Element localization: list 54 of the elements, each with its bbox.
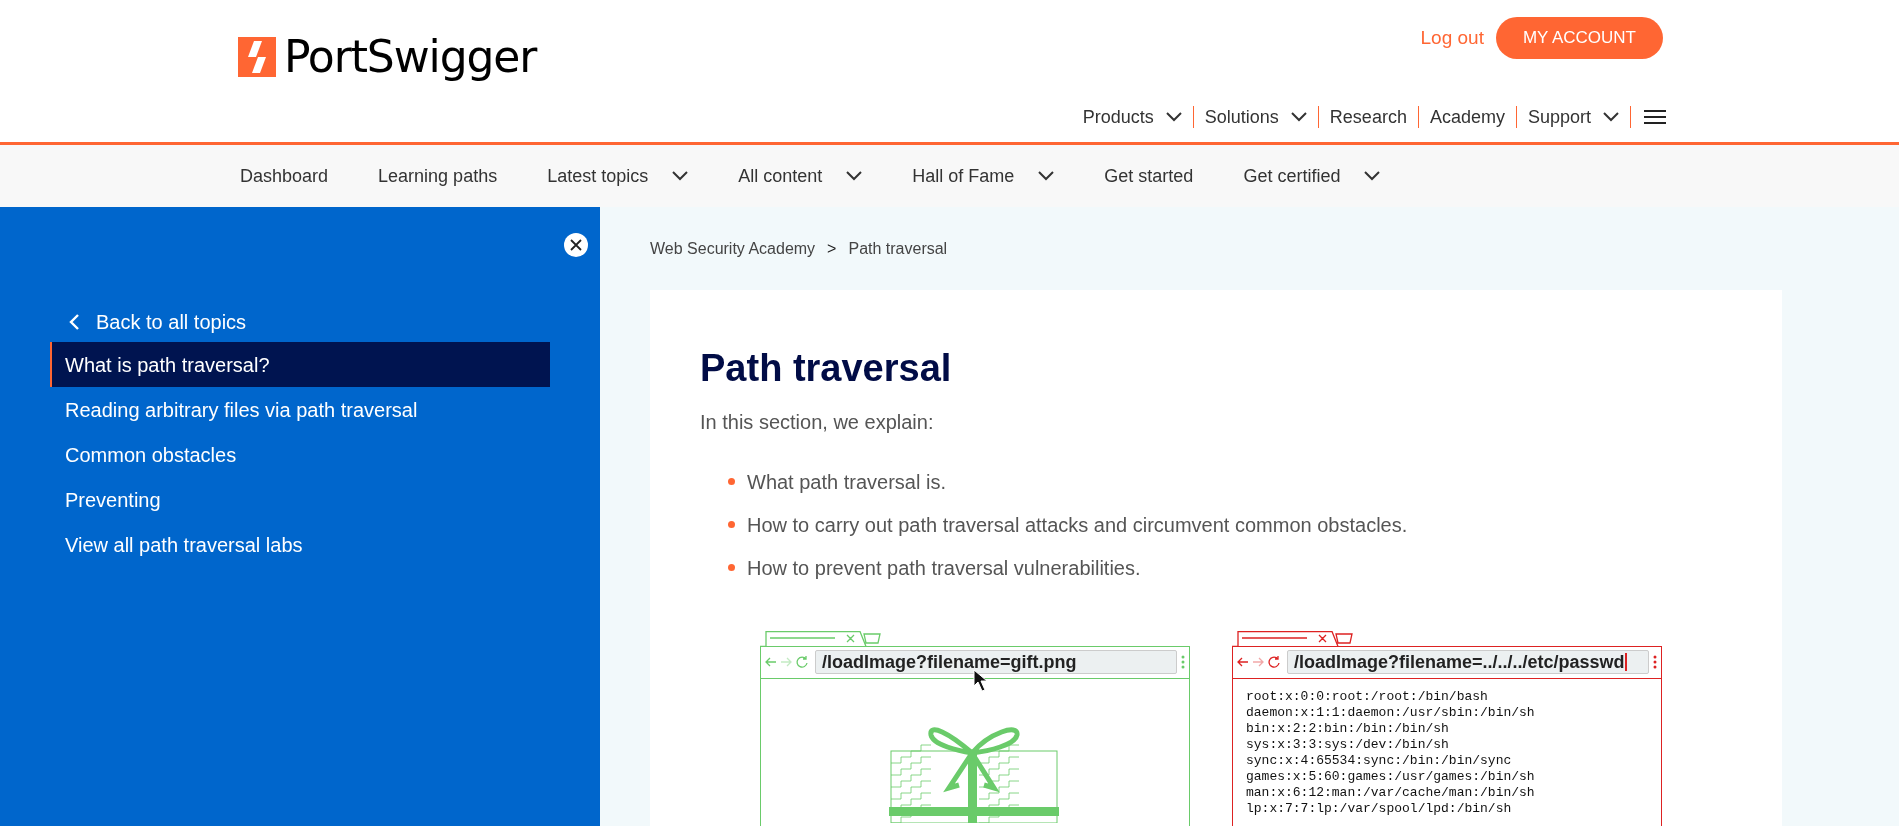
back-link[interactable]: Back to all topics (0, 302, 600, 342)
chevron-down-icon (1603, 112, 1619, 122)
nav-link[interactable]: Learning paths (378, 162, 498, 190)
intro-text: In this section, we explain: (700, 409, 935, 435)
nav-link[interactable]: Academy (1429, 103, 1505, 131)
nav-link[interactable]: Support (1527, 103, 1591, 131)
breadcrumb-link[interactable]: Path traversal (848, 237, 948, 261)
chevron-down-icon (1165, 112, 1182, 122)
chevron-down-icon (672, 171, 689, 181)
logo-text[interactable]: PortSwigger (284, 35, 537, 79)
address-bar: /loadImage?filename=gift.png (815, 650, 1177, 674)
nav-link[interactable]: Solutions (1204, 103, 1279, 131)
close-icon (570, 239, 582, 251)
bullet-text: How to prevent path traversal vulnerabilities. (747, 555, 1141, 581)
menu-icon[interactable] (1644, 109, 1666, 125)
nav-link[interactable]: Hall of Fame (912, 162, 1015, 190)
bullet-icon (728, 564, 735, 571)
file-line: games:x:5:60:games:/usr/games:/bin/sh (1246, 768, 1536, 785)
sidebar-link[interactable]: Common obstacles (50, 432, 550, 477)
sidebar-link[interactable]: What is path traversal? (50, 342, 550, 387)
more-icon (1653, 655, 1657, 669)
nav-link[interactable]: Get certified (1243, 162, 1341, 190)
more-icon (1181, 655, 1185, 669)
nav-link[interactable]: Research (1329, 103, 1407, 131)
chevron-down-icon (1038, 171, 1055, 181)
chevron-down-icon (1364, 171, 1381, 181)
bullet-text: What path traversal is. (747, 469, 946, 495)
address-bar: /loadImage?filename=../../../etc/passwd (1287, 650, 1649, 674)
breadcrumb-separator: > (827, 239, 837, 259)
nav-link[interactable]: Get started (1104, 162, 1194, 190)
article-title: Path traversal (700, 346, 953, 391)
file-line: bin:x:2:2:bin:/bin:/bin/sh (1246, 720, 1450, 737)
sidebar-link[interactable]: View all path traversal labs (50, 522, 550, 567)
chevron-left-icon (68, 313, 80, 331)
nav-link[interactable]: Latest topics (547, 162, 649, 190)
bullet-icon (728, 478, 735, 485)
logo-icon (238, 37, 276, 77)
file-line: lp:x:7:7:lp:/var/spool/lpd:/bin/sh (1246, 800, 1513, 817)
file-line: sys:x:3:3:sys:/dev:/bin/sh (1246, 736, 1450, 753)
close-button[interactable] (564, 233, 588, 257)
file-line: root:x:0:0:root:/root:/bin/bash (1246, 688, 1489, 705)
sidebar-link[interactable]: Preventing (50, 477, 550, 522)
chevron-down-icon (846, 171, 863, 181)
file-line: daemon:x:1:1:daemon:/usr/sbin:/bin/sh (1246, 704, 1536, 721)
bullet-text: How to carry out path traversal attacks and circumvent common obstacles. (747, 512, 1408, 538)
file-line: man:x:6:12:man:/var/cache/man:/bin/sh (1246, 784, 1536, 801)
nav-link[interactable]: Dashboard (240, 162, 329, 190)
sidebar-link[interactable]: Reading arbitrary files via path traversal (50, 387, 550, 432)
breadcrumb-link[interactable]: Web Security Academy (650, 237, 816, 261)
file-line: sync:x:4:65534:sync:/bin:/bin/sync (1246, 752, 1513, 769)
nav-link[interactable]: All content (738, 162, 823, 190)
chevron-down-icon (1290, 112, 1307, 122)
bullet-icon (728, 521, 735, 528)
nav-link[interactable]: Products (1082, 103, 1154, 131)
